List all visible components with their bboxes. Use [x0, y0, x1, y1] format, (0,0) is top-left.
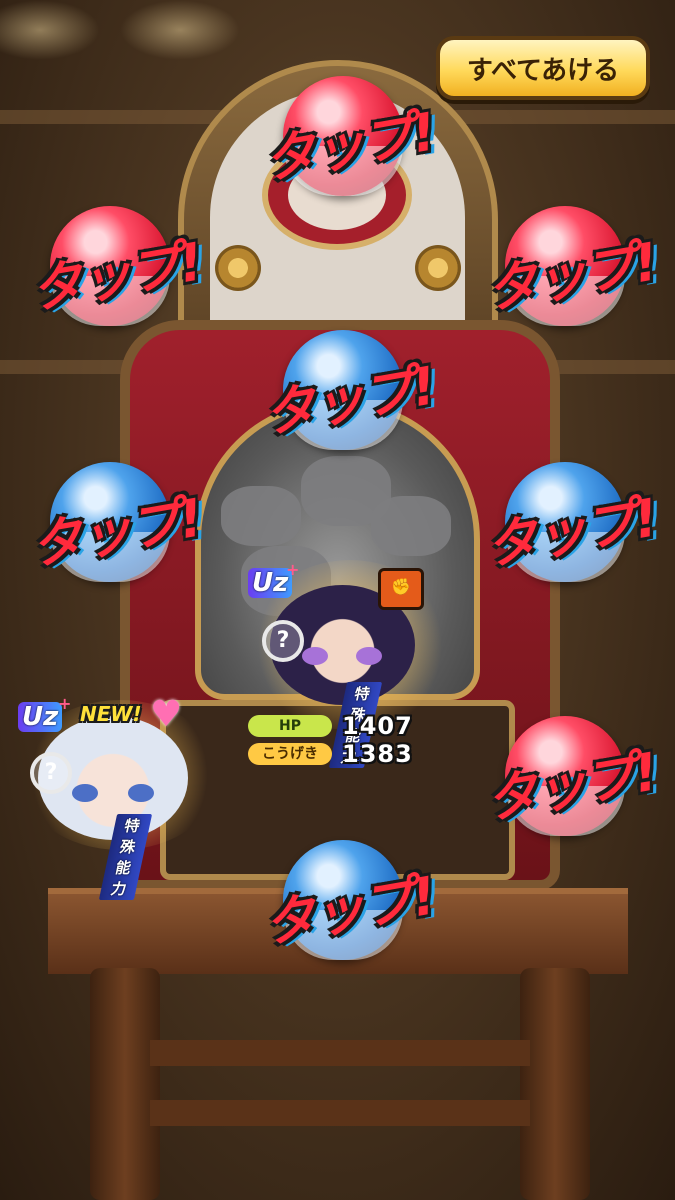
stand-rail	[150, 1100, 530, 1126]
rarity-badge: Uz	[18, 702, 63, 732]
eye	[302, 647, 328, 665]
open-all-button[interactable]: すべてあける	[436, 36, 650, 100]
hp-stat: HP 1407	[248, 712, 413, 740]
magnifier-icon[interactable]: ?	[262, 620, 304, 662]
capsule-blue[interactable]: タップ!	[26, 462, 206, 582]
stand-leg	[90, 968, 160, 1200]
rock	[371, 496, 451, 556]
hp-value: 1407	[342, 712, 413, 740]
fist-icon: ✊	[378, 568, 424, 610]
eye	[72, 784, 98, 802]
ceiling-light	[0, 0, 100, 60]
hp-label: HP	[248, 715, 332, 737]
rarity-plus-icon: +	[58, 694, 72, 713]
attack-label: こうげき	[248, 743, 332, 765]
rarity-plus-icon: +	[286, 560, 300, 579]
attack-stat: こうげき 1383	[248, 740, 413, 768]
stand-rail	[150, 1040, 530, 1066]
capsule-blue[interactable]: タップ!	[481, 462, 661, 582]
rock	[221, 486, 301, 546]
new-badge: NEW!	[80, 702, 142, 726]
capsule-red[interactable]: タップ!	[259, 76, 439, 196]
ornament-flower-icon	[415, 245, 461, 291]
magnifier-icon[interactable]: ?	[30, 752, 72, 794]
capsule-red[interactable]: タップ!	[26, 206, 206, 326]
ceiling-light	[120, 0, 240, 60]
ornament-flower-icon	[215, 245, 261, 291]
capsule-blue[interactable]: タップ!	[259, 840, 439, 960]
capsule-red[interactable]: タップ!	[481, 716, 661, 836]
attack-value: 1383	[342, 740, 413, 768]
capsule-red[interactable]: タップ!	[481, 206, 661, 326]
stand-leg	[520, 968, 590, 1200]
capsule-blue[interactable]: タップ!	[259, 330, 439, 450]
eye	[356, 647, 382, 665]
eye	[128, 784, 154, 802]
heart-icon: ♥	[150, 694, 183, 735]
